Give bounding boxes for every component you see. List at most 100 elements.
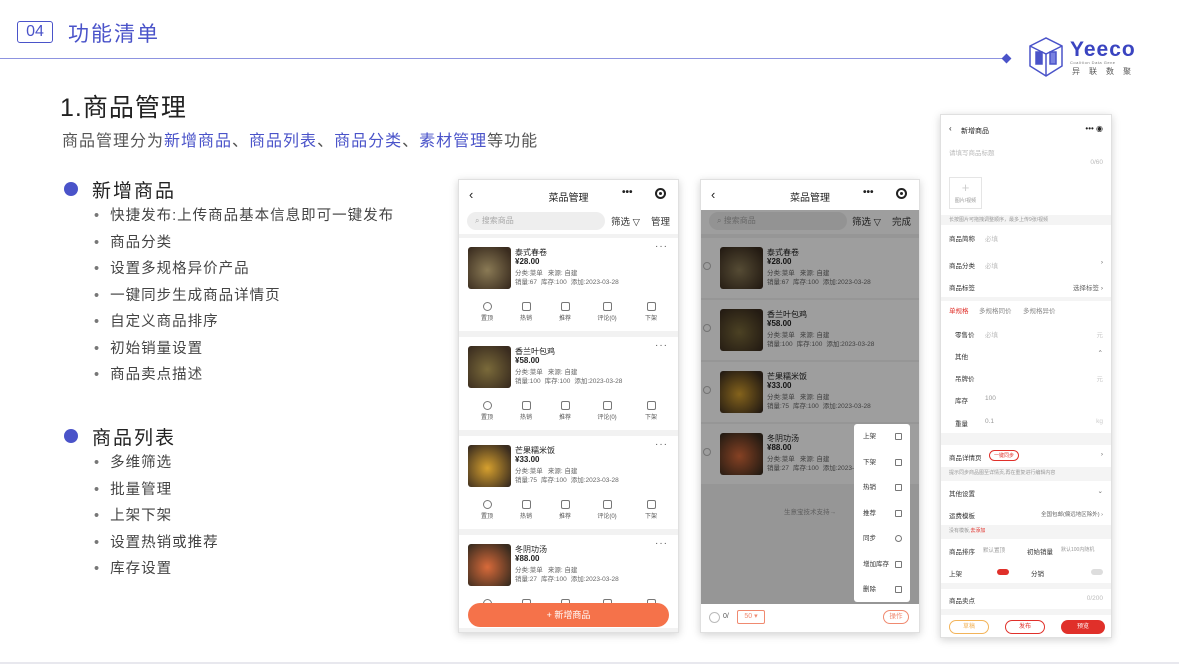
product-price: ¥33.00 <box>515 455 540 464</box>
action-comment[interactable]: 评论(0) <box>589 401 625 421</box>
action-hot[interactable]: 热销 <box>508 302 544 322</box>
tab-multi-spec-same[interactable]: 多规格同价 <box>979 305 1012 315</box>
stock-input[interactable]: 100 <box>985 395 996 402</box>
off-shelf-icon <box>895 458 902 466</box>
more-icon[interactable]: ··· <box>655 439 668 450</box>
action-hot[interactable]: 热销 <box>508 401 544 421</box>
comment-icon <box>602 500 612 509</box>
desc-item-3: 商品分类 <box>334 133 403 150</box>
product-card[interactable]: ··· 泰式春卷 ¥28.00 分类:菜单 来源: 自建 销量:67 库存:100 添加:20… <box>459 238 678 331</box>
title-counter: 0/60 <box>1090 159 1103 166</box>
spec-section: 单规格 多规格同价 多规格异价 零售价 必填 元 其他 ⌃ 吊牌价 元 库存 1… <box>941 301 1111 421</box>
action-pin-top[interactable]: 置顶 <box>469 302 505 322</box>
menu-item-hot[interactable]: 热销 <box>854 475 910 501</box>
upload-image-button[interactable]: + 图片/视频 <box>949 177 982 209</box>
sync-detail-button[interactable]: 一键同步 <box>989 450 1020 461</box>
chevron-right-icon: › <box>1100 451 1103 458</box>
action-comment[interactable]: 评论(0) <box>589 500 625 520</box>
more-icon[interactable]: ··· <box>655 538 668 549</box>
search-input[interactable]: ⌕ 搜索商品 <box>467 212 605 230</box>
manage-button[interactable]: 管理 <box>651 214 670 228</box>
product-stats: 销量:100 库存:100 添加:2023-03-28 <box>515 378 623 385</box>
product-card[interactable]: ··· 香兰叶包鸡 ¥58.00 分类:菜单 来源: 自建 销量:100 库存:100 添加:… <box>459 337 678 430</box>
menu-item-delete[interactable]: 删除 <box>854 577 910 603</box>
bullet-icon <box>64 182 78 196</box>
action-off-shelf[interactable]: 下架 <box>633 302 669 322</box>
off-shelf-icon <box>646 401 656 410</box>
product-actions: 置顶热销推荐评论(0) 下架 <box>459 302 678 326</box>
action-recommend[interactable]: 推荐 <box>547 500 583 520</box>
title-and-image-section: 请填写商品标题 0/60 + 图片/视频 长按图片可拖拽调整顺序，最多上传9张/视… <box>941 145 1111 253</box>
action-hot[interactable]: 热销 <box>508 500 544 520</box>
shelf-toggle[interactable] <box>997 569 1009 575</box>
back-icon[interactable]: ‹ <box>949 124 952 133</box>
more-icon[interactable]: ··· <box>655 241 668 252</box>
sort-input[interactable]: 默认置顶 <box>983 546 1005 554</box>
list-item: 批量管理 <box>94 477 219 504</box>
logo-name: Yeeco <box>1070 38 1136 61</box>
action-off-shelf[interactable]: 下架 <box>633 500 669 520</box>
add-product-button[interactable]: + 新增商品 <box>468 603 669 627</box>
off-shelf-icon <box>646 302 656 311</box>
action-menu: 上架 下架 热销 推荐 同步 增加库存 删除 <box>854 424 910 602</box>
chevron-right-icon: › <box>1100 259 1103 266</box>
tab-single-spec[interactable]: 单规格 <box>949 305 969 315</box>
capsule-menu[interactable]: ••• <box>859 186 911 204</box>
menu-item-on-shelf[interactable]: 上架 <box>854 424 910 450</box>
more-icon[interactable]: ··· <box>655 340 668 351</box>
menu-item-sync[interactable]: 同步 <box>854 526 910 552</box>
product-stats: 销量:75 库存:100 添加:2023-03-28 <box>515 477 619 484</box>
desc-item-4: 素材管理 <box>419 133 488 150</box>
page-size-select[interactable]: 50 ▾ <box>737 610 765 624</box>
capsule-menu[interactable]: ••• <box>618 186 670 204</box>
slide-title: 功能清单 <box>68 23 160 46</box>
action-off-shelf[interactable]: 下架 <box>633 401 669 421</box>
category-row[interactable]: 商品分类 必填 › <box>941 253 1111 275</box>
hot-icon <box>521 500 531 509</box>
product-card[interactable]: ··· 芒果糯米饭 ¥33.00 分类:菜单 来源: 自建 销量:75 库存:100 添加:2… <box>459 436 678 529</box>
short-name-label: 商品简称 <box>949 236 975 243</box>
selling-point-row[interactable]: 商品卖点 0/200 <box>941 589 1111 609</box>
section-description: 商品管理分为新增商品、商品列表、商品分类、素材管理等功能 <box>62 133 539 150</box>
other-settings-row[interactable]: 其他设置 ⌄ <box>941 481 1111 503</box>
action-pin-top[interactable]: 置顶 <box>469 401 505 421</box>
menu-item-add-stock[interactable]: 增加库存 <box>854 552 910 578</box>
menu-item-off-shelf[interactable]: 下架 <box>854 450 910 476</box>
list-item: 商品分类 <box>94 230 394 257</box>
comment-icon <box>602 302 612 311</box>
operate-button[interactable]: 操作 <box>883 610 909 624</box>
off-shelf-icon <box>646 500 656 509</box>
phone-product-list: ‹ 菜品管理 ••• ⌕ 搜索商品 筛选 ▽ 管理 ··· 泰式春卷 ¥28.00 分… <box>458 179 679 633</box>
list-item: 库存设置 <box>94 556 219 583</box>
filter-button[interactable]: 筛选 ▽ <box>611 214 640 228</box>
action-recommend[interactable]: 推荐 <box>547 302 583 322</box>
action-comment[interactable]: 评论(0) <box>589 302 625 322</box>
initial-sales-input[interactable]: 默认100内随机 <box>1061 546 1094 553</box>
product-price: ¥88.00 <box>515 554 540 563</box>
action-pin-top[interactable]: 置顶 <box>469 500 505 520</box>
draft-button[interactable]: 草稿 <box>949 620 989 634</box>
nav-bar: ‹ 菜品管理 ••• <box>459 180 678 210</box>
shelf-row: 上架 分销 <box>941 561 1111 583</box>
title-input[interactable]: 请填写商品标题 <box>949 147 995 157</box>
sale-price-input[interactable]: 必填 <box>985 329 998 339</box>
chevron-up-icon[interactable]: ⌃ <box>1098 349 1103 357</box>
action-recommend[interactable]: 推荐 <box>547 401 583 421</box>
tag-row[interactable]: 商品标签 选择标签 › <box>941 275 1111 297</box>
distribution-toggle[interactable] <box>1091 569 1103 575</box>
preview-button[interactable]: 预览 <box>1061 620 1105 634</box>
select-all-checkbox[interactable] <box>709 612 720 623</box>
product-image <box>468 544 511 586</box>
weight-input[interactable]: 0.1 <box>985 418 994 425</box>
image-hint: 长按图片可拖拽调整顺序，最多上传9张/视频 <box>941 215 1111 225</box>
short-name-input[interactable]: 必填 <box>985 233 998 243</box>
add-template-link[interactable]: 去添加 <box>970 528 985 534</box>
shipping-row[interactable]: 运费模板 全国包邮(偏远地区除外) › <box>941 503 1111 525</box>
tab-multi-spec-diff[interactable]: 多规格异价 <box>1023 305 1056 315</box>
menu-item-recommend[interactable]: 推荐 <box>854 501 910 527</box>
capsule-menu[interactable]: ••• ◉ <box>1085 124 1103 133</box>
chevron-down-icon: ⌄ <box>1097 488 1103 495</box>
feature-list-new-product: 快捷发布:上传商品基本信息即可一键发布 商品分类 设置多规格异价产品 一键同步生… <box>94 203 394 389</box>
nav-title: 新增商品 <box>961 128 989 135</box>
publish-button[interactable]: 发布 <box>1005 620 1045 634</box>
